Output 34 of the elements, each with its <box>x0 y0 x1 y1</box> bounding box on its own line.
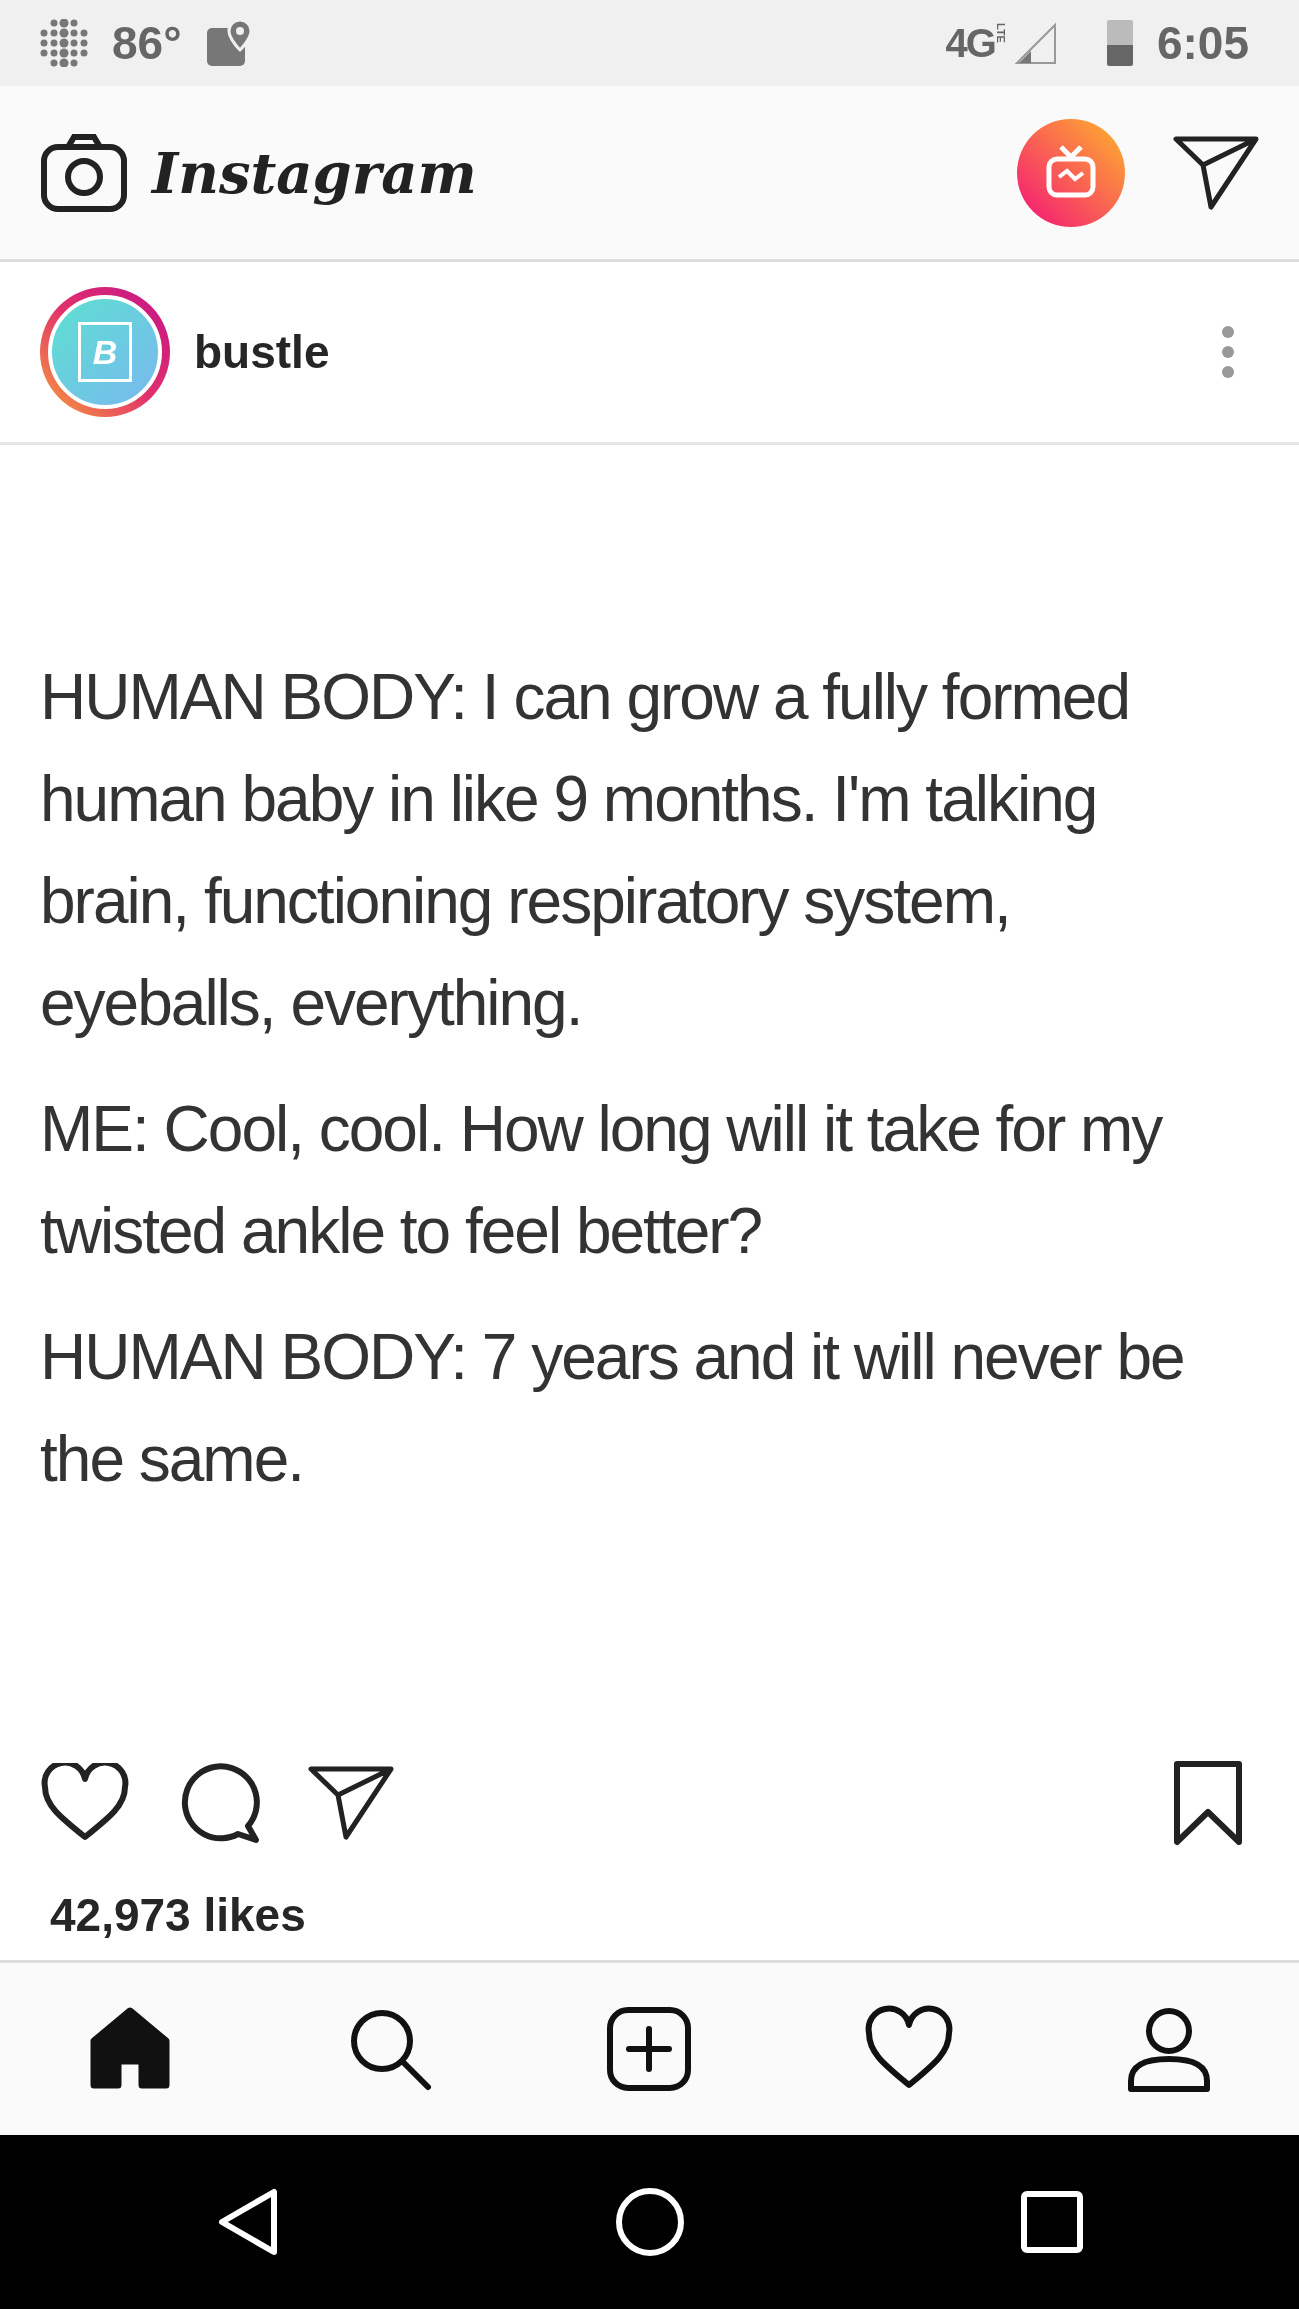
battery-icon <box>1106 20 1133 66</box>
likes-count[interactable]: 42,973 likes <box>50 1880 306 1950</box>
caption-paragraph: ME: Cool, cool. How long will it take for my twisted ankle to feel better? <box>40 1092 1163 1269</box>
bookmark-icon <box>1173 1759 1243 1846</box>
username-link[interactable]: bustle <box>194 317 330 387</box>
share-button[interactable] <box>308 1764 394 1841</box>
caption-paragraph: HUMAN BODY: 7 years and it will never be the same. <box>40 1320 1185 1497</box>
recents-button[interactable] <box>1021 2191 1084 2253</box>
network-text: 4G <box>945 23 995 63</box>
like-button[interactable] <box>40 1762 130 1843</box>
network-sub-text: LTE <box>994 23 1007 43</box>
camera-icon <box>40 132 128 213</box>
temperature-text: 86° <box>112 15 182 71</box>
camera-button[interactable] <box>40 132 128 213</box>
time-text: 6:05 <box>1156 15 1249 71</box>
nav-tab[interactable] <box>605 2005 694 2093</box>
app-title: Instagram <box>152 138 477 208</box>
heart-icon <box>40 1762 130 1843</box>
tv-icon <box>1017 118 1125 227</box>
paper-plane-icon <box>1173 134 1259 211</box>
caption-paragraph: HUMAN BODY: I can grow a fully formed human baby in like 9 months. I'm talking brain, functioning respiratory system, eyeballs, everything. <box>40 660 1131 1041</box>
direct-message-button[interactable] <box>1173 134 1259 211</box>
home-button[interactable] <box>615 2187 686 2257</box>
vertical-dots-icon <box>1221 325 1235 379</box>
dotted-logo-icon <box>40 19 88 67</box>
avatar-letter: B <box>92 335 118 369</box>
tv-button[interactable] <box>1017 118 1125 227</box>
save-button[interactable] <box>1173 1759 1243 1846</box>
signal-icon <box>1014 21 1059 65</box>
circle-icon <box>615 2187 686 2257</box>
paper-plane-icon <box>308 1764 394 1841</box>
plus-square-icon <box>605 2005 694 2093</box>
more-options-button[interactable] <box>1221 325 1235 379</box>
square-icon <box>1021 2191 1084 2253</box>
